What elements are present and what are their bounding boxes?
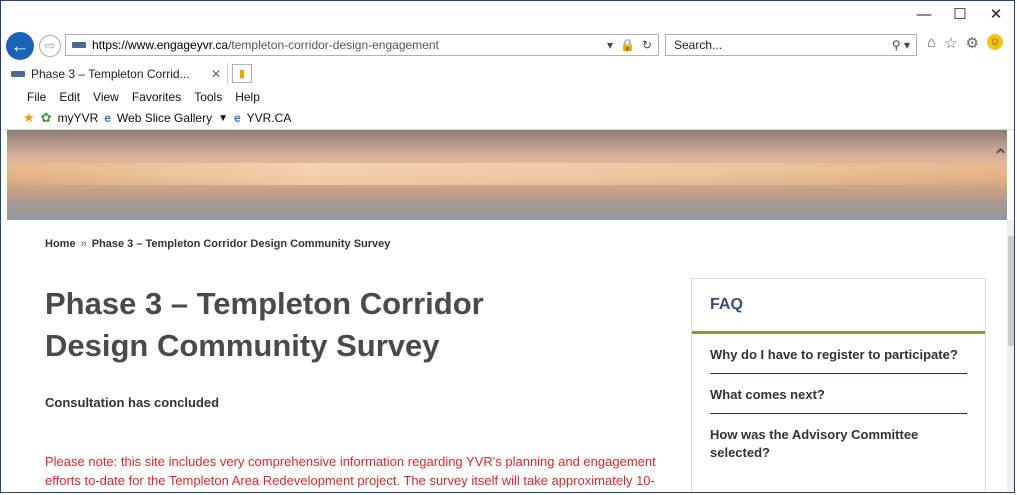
- settings-gear-icon[interactable]: ⚙: [966, 34, 979, 52]
- forward-arrow-icon[interactable]: ⇨: [39, 35, 61, 57]
- url-host: https://www.engageyvr.ca: [92, 38, 229, 52]
- add-favorite-star-icon[interactable]: ★: [23, 110, 35, 126]
- home-icon[interactable]: ⌂: [927, 34, 936, 52]
- address-bar-row: ← ⇨ https://www.engageyvr.ca/templeton-c…: [5, 31, 1010, 60]
- dropdown-icon[interactable]: ▾: [607, 38, 613, 52]
- favorite-web-slice-gallery[interactable]: Web Slice Gallery: [117, 111, 212, 125]
- browser-window: — ☐ ✕ ← ⇨ https://www.engageyvr.ca/templ…: [0, 0, 1015, 493]
- faq-item-register[interactable]: Why do I have to register to participate…: [710, 334, 967, 374]
- menu-help[interactable]: Help: [235, 90, 260, 104]
- address-bar[interactable]: https://www.engageyvr.ca/templeton-corri…: [65, 34, 659, 56]
- myyvr-leaf-icon: ✿: [40, 110, 52, 125]
- menu-tools[interactable]: Tools: [194, 90, 222, 104]
- header-banner-image: ⌃: [7, 130, 1009, 220]
- favorite-yvr-ca[interactable]: YVR.CA: [247, 111, 292, 125]
- vertical-scrollbar[interactable]: [1007, 220, 1014, 492]
- faq-heading: FAQ: [692, 279, 985, 334]
- favorites-bar: ★ ✿ myYVR e Web Slice Gallery ▼ e YVR.CA: [1, 107, 1014, 129]
- faq-panel: FAQ Why do I have to register to partici…: [691, 278, 986, 492]
- favorites-star-icon[interactable]: ☆: [944, 34, 957, 52]
- url-text: https://www.engageyvr.ca/templeton-corri…: [92, 38, 439, 52]
- ie-logo-icon: e: [104, 111, 111, 125]
- faq-item-next[interactable]: What comes next?: [710, 374, 967, 414]
- tab-active[interactable]: Phase 3 – Templeton Corrid... ✕: [5, 63, 228, 85]
- maximize-button[interactable]: ☐: [942, 1, 978, 27]
- menu-view[interactable]: View: [93, 90, 119, 104]
- breadcrumb-current: Phase 3 – Templeton Corridor Design Comm…: [91, 238, 391, 250]
- window-controls: — ☐ ✕: [906, 1, 1014, 27]
- faq-item-committee[interactable]: How was the Advisory Committee selected?: [710, 414, 967, 471]
- search-placeholder: Search...: [674, 38, 723, 52]
- menu-bar: File Edit View Favorites Tools Help: [1, 87, 1014, 107]
- site-favicon-icon: [72, 42, 86, 48]
- notice-text: Please note: this site includes very com…: [45, 454, 656, 488]
- refresh-icon[interactable]: ↻: [642, 38, 652, 52]
- chevron-down-icon[interactable]: ▼: [218, 113, 228, 124]
- feedback-smiley-icon[interactable]: ☺: [986, 34, 1003, 50]
- tab-favicon-icon: [11, 71, 25, 77]
- favorite-myyvr[interactable]: myYVR: [58, 111, 99, 125]
- ie-logo-icon-2: e: [233, 111, 241, 125]
- search-input[interactable]: Search... ⚲ ▾: [665, 34, 917, 56]
- url-path: /templeton-corridor-design-engagement: [228, 38, 439, 52]
- page-title: Phase 3 – Templeton Corridor Design Comm…: [45, 286, 484, 363]
- breadcrumb: Home » Phase 3 – Templeton Corridor Design…: [45, 238, 390, 250]
- breadcrumb-home[interactable]: Home: [45, 238, 76, 250]
- tab-close-icon[interactable]: ✕: [211, 67, 227, 81]
- minimize-button[interactable]: —: [906, 1, 942, 27]
- consultation-status: Consultation has concluded: [45, 395, 220, 410]
- lock-icon[interactable]: 🔒: [620, 38, 635, 52]
- menu-edit[interactable]: Edit: [59, 90, 80, 104]
- menu-file[interactable]: File: [27, 90, 46, 104]
- back-arrow-icon[interactable]: ←: [6, 32, 34, 60]
- chevron-up-icon[interactable]: ⌃: [992, 144, 1009, 169]
- tab-title: Phase 3 – Templeton Corrid...: [31, 67, 190, 81]
- scrollbar-thumb[interactable]: [1008, 236, 1014, 346]
- toolbar-icons: ⌂ ☆ ⚙ ☺: [927, 34, 1003, 52]
- close-window-button[interactable]: ✕: [978, 1, 1014, 27]
- banner-light-band: [7, 163, 1007, 185]
- new-tab-button[interactable]: ▮: [232, 64, 252, 83]
- menu-favorites[interactable]: Favorites: [132, 90, 181, 104]
- breadcrumb-separator: »: [80, 238, 87, 250]
- search-icon[interactable]: ⚲ ▾: [892, 38, 916, 52]
